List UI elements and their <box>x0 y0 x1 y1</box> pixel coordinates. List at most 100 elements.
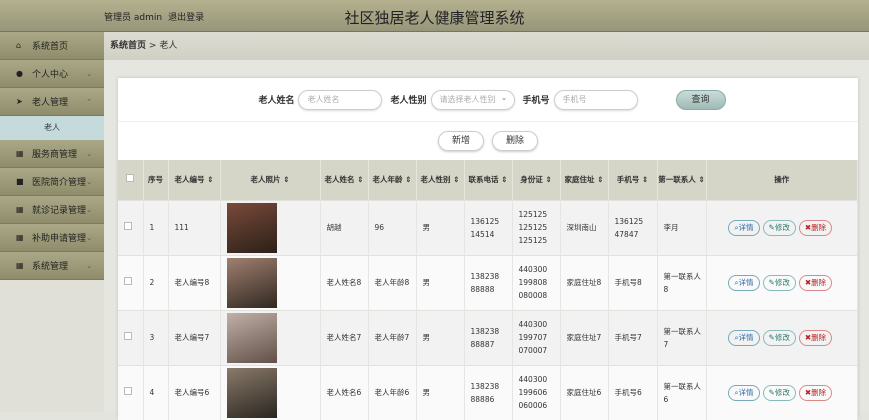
chevron-icon: ⌄ <box>86 233 92 242</box>
delete-row-button[interactable]: ✖删除 <box>798 219 833 236</box>
column-header[interactable]: 联系电话 ⇕ <box>464 160 513 200</box>
delete-button[interactable]: 删除 <box>492 131 538 151</box>
sidebar-item[interactable]: ➤ 老人管理 ⌃ <box>0 88 104 116</box>
top-bar: 管理员 admin 退出登录 社区独居老人健康管理系统 <box>0 0 869 32</box>
table-cell: 136125 14514 <box>464 199 513 255</box>
column-header[interactable]: 老人性别 ⇕ <box>416 160 465 200</box>
name-label: 老人姓名 <box>258 96 295 106</box>
action-bar: 新增 删除 <box>118 122 858 160</box>
row-checkbox[interactable] <box>118 309 144 365</box>
add-button[interactable]: 新增 <box>438 131 484 151</box>
breadcrumb-current: 老人 <box>159 41 178 51</box>
table-cell: 李月 <box>657 199 707 255</box>
table-cell: 老人姓名8 <box>320 254 369 310</box>
detail-button[interactable]: ⌕详情 <box>728 384 760 401</box>
sidebar-item[interactable]: ▦ 就诊记录管理 ⌄ <box>0 196 104 224</box>
column-header[interactable]: 手机号 ⇕ <box>608 160 658 200</box>
column-header[interactable]: 第一联系人 ⇕ <box>657 160 707 200</box>
sidebar-item-label: 服务商管理 <box>32 150 78 160</box>
select-all-checkbox[interactable] <box>118 160 144 200</box>
table-cell: 3 <box>143 309 169 365</box>
gender-label: 老人性别 <box>390 96 427 106</box>
column-header[interactable]: 身份证 ⇕ <box>512 160 561 200</box>
phone-label: 手机号 <box>522 96 550 106</box>
table-cell: 深圳南山 <box>560 199 609 255</box>
table-cell: 111 <box>168 199 221 255</box>
column-header: 序号 <box>143 160 169 200</box>
edit-button[interactable]: ✎修改 <box>762 219 796 236</box>
delete-row-button[interactable]: ✖删除 <box>798 329 833 346</box>
home-icon: ⌂ <box>16 41 22 50</box>
table-cell: 老人年龄7 <box>368 309 417 365</box>
sidebar-item-label: 系统首页 <box>32 42 69 52</box>
table-row: 3 老人编号7 老人姓名7 老人年龄7 男 138238 88887 440300 1997… <box>118 309 858 365</box>
table-cell: 第一联系人7 <box>657 309 707 365</box>
elder-photo <box>226 257 277 308</box>
briefcase-icon: ■ <box>16 177 24 186</box>
sidebar-item[interactable]: ● 个人中心 ⌄ <box>0 60 104 88</box>
app-title: 社区独居老人健康管理系统 <box>344 9 525 27</box>
table-cell: 男 <box>416 199 465 255</box>
table-cell: 138238 88888 <box>464 254 513 310</box>
chevron-icon: ⌄ <box>86 69 92 78</box>
chevron-icon: ⌃ <box>86 97 92 106</box>
table-cell: 手机号8 <box>608 254 658 310</box>
search-bar: 老人姓名 老人姓名 老人性别 请选择老人性别 手机号 手机号 查询 <box>118 78 858 122</box>
detail-button[interactable]: ⌕详情 <box>728 219 760 236</box>
table-cell: 96 <box>368 199 417 255</box>
table-cell: 老人姓名7 <box>320 309 369 365</box>
delete-row-button[interactable]: ✖删除 <box>798 384 833 401</box>
row-actions: ⌕详情 ✎修改 ✖删除 <box>706 254 858 310</box>
row-checkbox[interactable] <box>118 199 144 255</box>
table-cell: 2 <box>143 254 169 310</box>
chevron-icon: ⌄ <box>86 149 92 158</box>
column-header[interactable]: 老人照片 ⇕ <box>220 160 321 200</box>
column-header[interactable]: 老人编号 ⇕ <box>168 160 221 200</box>
detail-button[interactable]: ⌕详情 <box>728 274 760 291</box>
sidebar-item-label: 系统管理 <box>32 262 69 272</box>
phone-input[interactable]: 手机号 <box>553 89 638 110</box>
elder-photo <box>226 312 277 363</box>
detail-button[interactable]: ⌕详情 <box>728 329 760 346</box>
edit-button[interactable]: ✎修改 <box>762 329 796 346</box>
sidebar-item[interactable]: ■ 医院简介管理 ⌄ <box>0 168 104 196</box>
gender-select[interactable]: 请选择老人性别 <box>430 89 515 110</box>
breadcrumb-home[interactable]: 系统首页 <box>110 41 146 51</box>
table-cell: 440300 199707 070007 <box>512 309 561 365</box>
column-header[interactable]: 家庭住址 ⇕ <box>560 160 609 200</box>
grid-icon: ▦ <box>16 261 24 270</box>
sidebar-item-label: 个人中心 <box>32 70 69 80</box>
delete-row-button[interactable]: ✖删除 <box>798 274 833 291</box>
table-cell: 男 <box>416 254 465 310</box>
row-actions: ⌕详情 ✎修改 ✖删除 <box>706 199 858 255</box>
sidebar-item-label: 就诊记录管理 <box>32 206 87 216</box>
sidebar-subitem-elder[interactable]: 老人 <box>0 116 104 140</box>
elder-photo-cell <box>220 309 321 365</box>
name-input[interactable]: 老人姓名 <box>298 89 383 110</box>
breadcrumb: 系统首页 > 老人 <box>104 32 869 60</box>
sidebar-item[interactable]: ▦ 补助申请管理 ⌄ <box>0 224 104 252</box>
table-cell: 440300 199808 080008 <box>512 254 561 310</box>
table-cell: 家庭住址8 <box>560 254 609 310</box>
edit-button[interactable]: ✎修改 <box>762 384 796 401</box>
chevron-icon: ⌄ <box>86 205 92 214</box>
sidebar-item[interactable]: ⌂ 系统首页 <box>0 32 104 60</box>
column-header[interactable]: 老人姓名 ⇕ <box>320 160 369 200</box>
query-button[interactable]: 查询 <box>675 89 726 110</box>
row-checkbox[interactable] <box>118 254 144 310</box>
table-row: 2 老人编号8 老人姓名8 老人年龄8 男 138238 88888 440300 1998… <box>118 254 858 310</box>
grid-icon: ▦ <box>16 149 24 158</box>
sidebar-item[interactable]: ▦ 系统管理 ⌄ <box>0 252 104 280</box>
table-cell: 老人编号8 <box>168 254 221 310</box>
chevron-icon: ⌄ <box>86 261 92 270</box>
table-cell: 男 <box>416 309 465 365</box>
table-cell: 第一联系人8 <box>657 254 707 310</box>
grid-icon: ▦ <box>16 205 24 214</box>
table-cell: 胡越 <box>320 199 369 255</box>
table-cell: 家庭住址7 <box>560 309 609 365</box>
sidebar-item[interactable]: ▦ 服务商管理 ⌄ <box>0 140 104 168</box>
grid-icon: ▦ <box>16 233 24 242</box>
main: 系统首页 > 老人 老人姓名 老人姓名 老人性别 请选择老人性别 手机号 手机号… <box>104 32 869 420</box>
edit-button[interactable]: ✎修改 <box>762 274 796 291</box>
column-header[interactable]: 老人年龄 ⇕ <box>368 160 417 200</box>
